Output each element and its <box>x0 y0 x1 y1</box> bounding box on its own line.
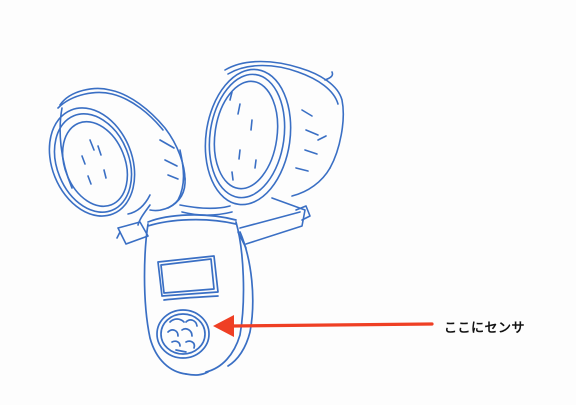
sensor-body <box>143 214 254 376</box>
sensor-location-label: ここにセンサ <box>444 321 526 336</box>
right-lamp-head <box>204 60 345 206</box>
sketch-canvas: ここにセンサ <box>0 0 576 405</box>
left-lamp-head <box>48 87 186 217</box>
sensor-arrow <box>213 315 434 337</box>
floodlight-sketch <box>48 60 434 376</box>
